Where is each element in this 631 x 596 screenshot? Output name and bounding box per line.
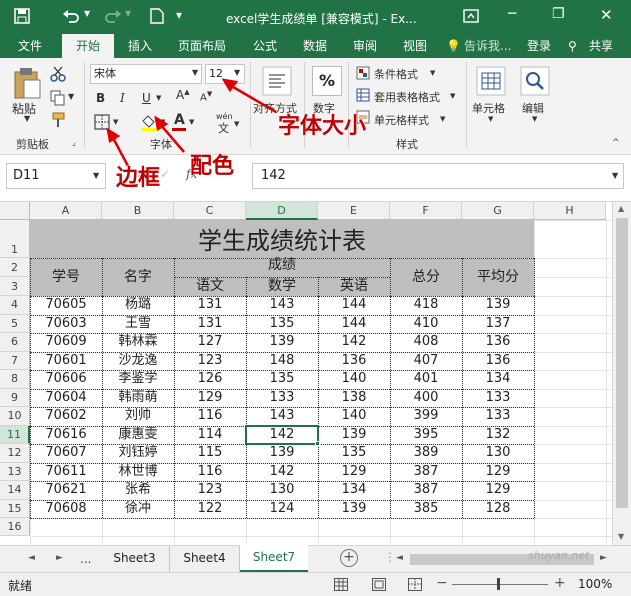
annotation-arrows	[106, 78, 277, 167]
annotation-font-size: 字体大小	[277, 114, 367, 140]
annotation-border: 边框	[115, 166, 161, 192]
annotation-fill: 配色	[189, 154, 235, 180]
